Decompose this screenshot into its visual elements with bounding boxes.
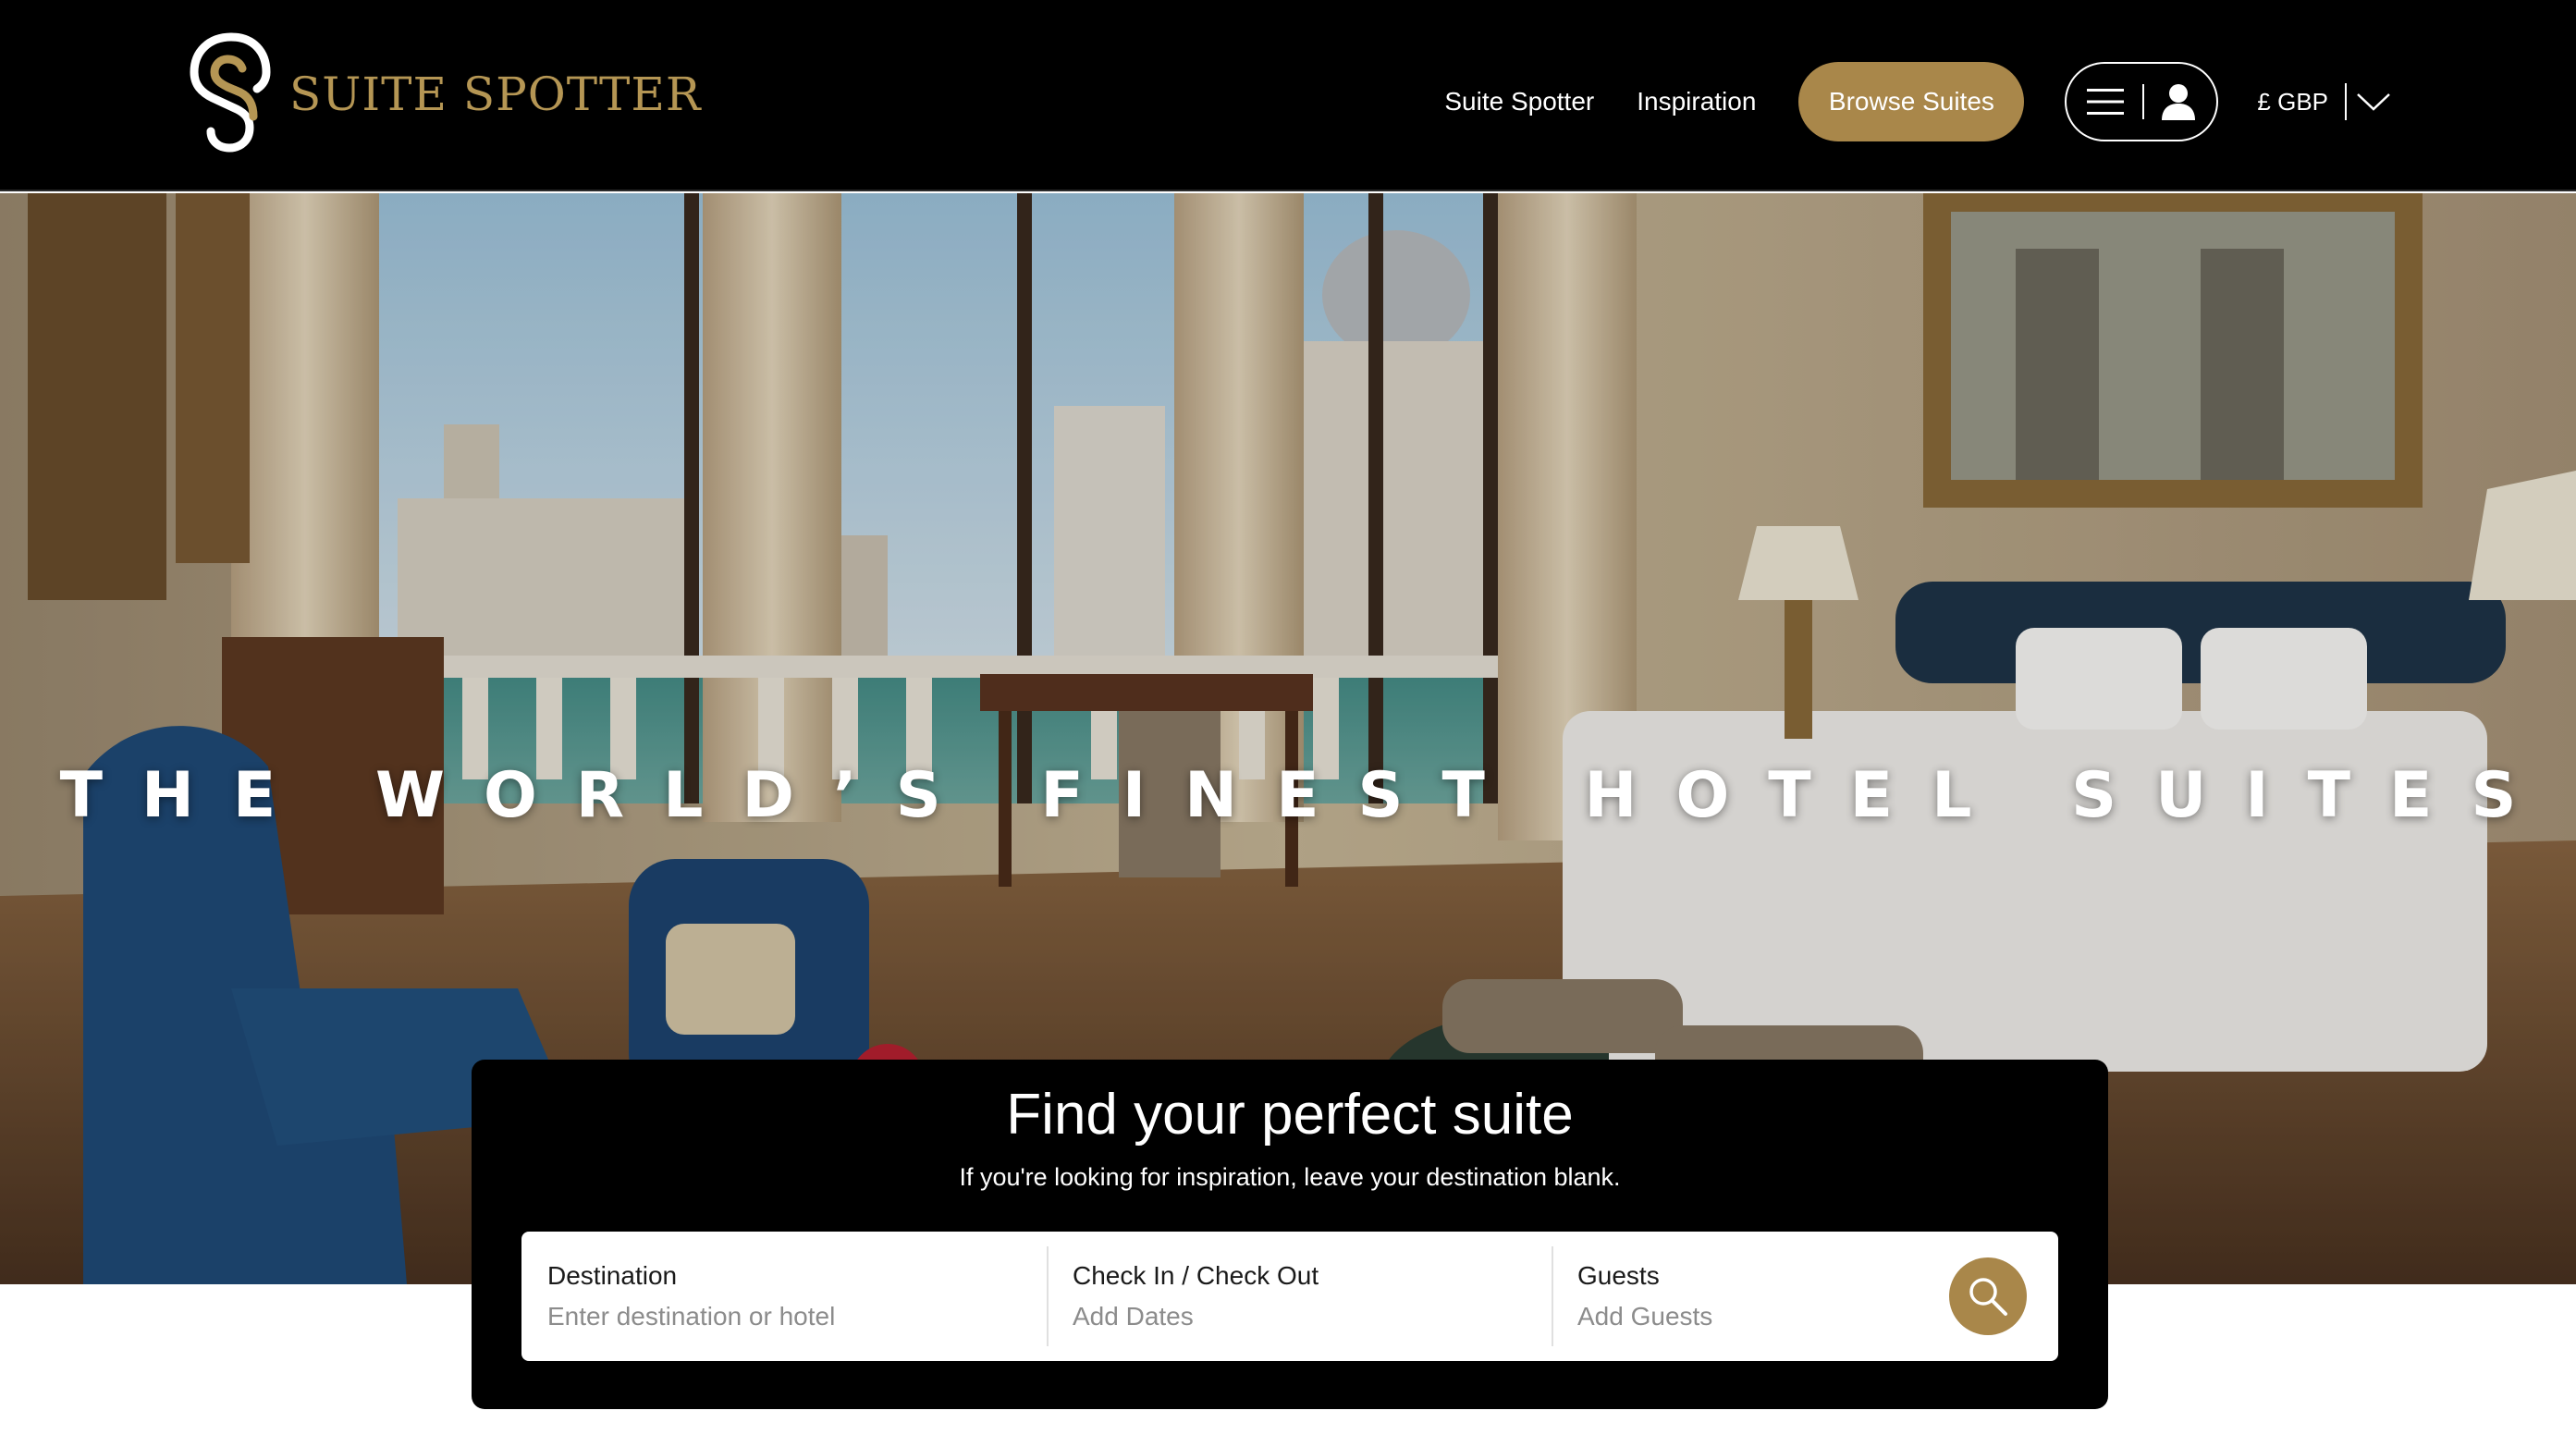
nav-link-suite-spotter[interactable]: Suite Spotter <box>1444 87 1594 117</box>
destination-label: Destination <box>547 1261 678 1290</box>
search-bar: Destination Enter destination or hotel C… <box>521 1232 2058 1361</box>
hamburger-icon <box>2087 89 2125 115</box>
destination-field[interactable]: Destination Enter destination or hotel <box>521 1232 1047 1361</box>
guests-label: Guests <box>1577 1261 1660 1290</box>
brand-logo[interactable]: SUITE SPOTTER <box>185 31 702 156</box>
user-icon <box>2162 84 2196 120</box>
hero-title: THE WORLD’S FINEST HOTEL SUITES <box>59 759 2556 832</box>
search-icon <box>1969 1278 2007 1316</box>
main-nav: Suite Spotter Inspiration Browse Suites … <box>1444 62 2391 141</box>
browse-suites-button[interactable]: Browse Suites <box>1798 62 2025 141</box>
menu-account-button[interactable] <box>2065 62 2219 141</box>
search-panel: Find your perfect suite If you're lookin… <box>472 1060 2108 1409</box>
search-subtitle: If you're looking for inspiration, leave… <box>959 1163 1621 1191</box>
dates-input[interactable]: Add Dates <box>1073 1302 1194 1331</box>
dates-label: Check In / Check Out <box>1073 1261 1319 1290</box>
chevron-down-icon <box>2357 93 2390 111</box>
destination-input[interactable]: Enter destination or hotel <box>547 1302 835 1331</box>
currency-label: £ GBP <box>2257 87 2328 116</box>
guests-input[interactable]: Add Guests <box>1577 1302 1712 1331</box>
site-header: SUITE SPOTTER Suite Spotter Inspiration … <box>0 0 2576 191</box>
search-title: Find your perfect suite <box>1006 1083 1574 1147</box>
search-button[interactable] <box>1949 1257 2027 1335</box>
currency-divider <box>2345 83 2347 120</box>
menu-divider <box>2142 84 2145 119</box>
currency-selector[interactable]: £ GBP <box>2257 83 2391 120</box>
brand-name: SUITE SPOTTER <box>289 67 702 121</box>
suite-spotter-logo-icon <box>190 32 271 153</box>
guests-field[interactable]: Guests Add Guests <box>1552 1232 1940 1361</box>
dates-field[interactable]: Check In / Check Out Add Dates <box>1047 1232 1552 1361</box>
nav-link-inspiration[interactable]: Inspiration <box>1637 87 1756 117</box>
